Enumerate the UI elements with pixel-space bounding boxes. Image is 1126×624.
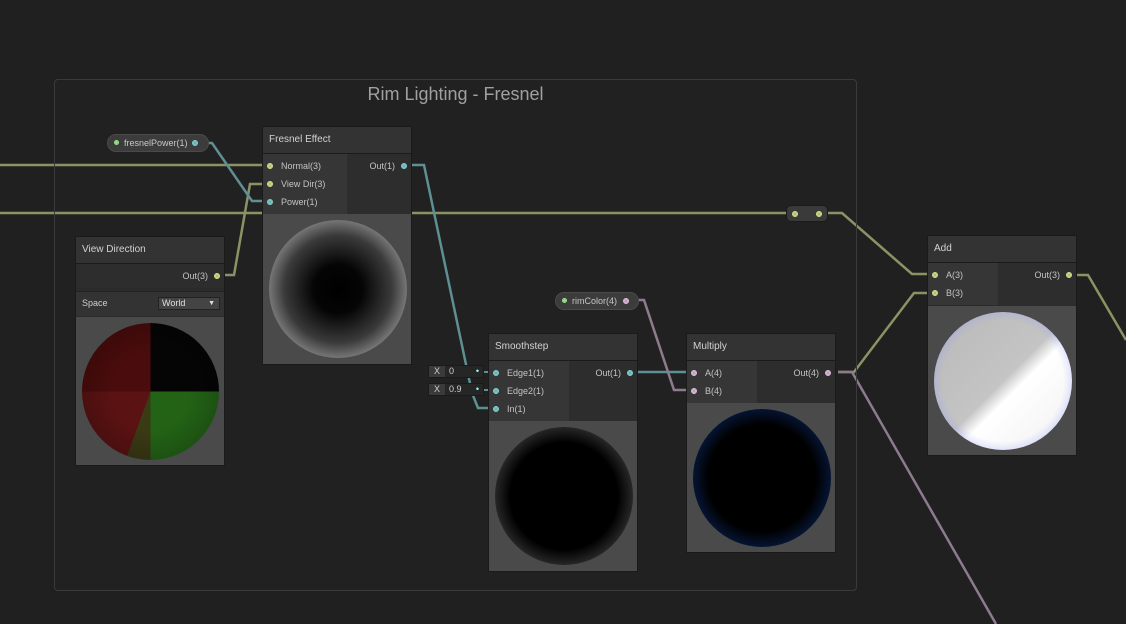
port-dot-icon	[493, 406, 499, 412]
wire-add-out	[1069, 273, 1126, 341]
add-a-port[interactable]: A(3)	[932, 267, 963, 283]
add-out-port[interactable]: Out(3)	[1034, 267, 1072, 283]
port-dot-icon: •	[475, 366, 479, 376]
port-label: Normal(3)	[281, 161, 322, 171]
fresnel-power-out-port[interactable]	[192, 140, 198, 146]
port-label: In(1)	[507, 404, 526, 414]
add-node[interactable]: Add A(3) B(3) Out(3)	[927, 235, 1077, 456]
reroute-out-port[interactable]	[816, 211, 822, 217]
port-dot-icon	[493, 388, 499, 394]
fresnel-effect-node[interactable]: Fresnel Effect Normal(3) View Dir(3) Pow…	[262, 126, 412, 365]
port-dot-icon	[267, 163, 273, 169]
add-preview-sphere	[934, 312, 1072, 450]
space-dropdown[interactable]: World ▼	[158, 297, 220, 310]
port-dot-icon: •	[475, 384, 479, 394]
add-b-port[interactable]: B(3)	[932, 285, 963, 301]
reroute-in-port[interactable]	[792, 211, 798, 217]
port-label: A(4)	[705, 368, 723, 378]
multiply-preview-sphere	[693, 409, 831, 547]
smoothstep-preview-sphere	[495, 427, 633, 565]
port-label: Out(3)	[1034, 270, 1060, 280]
fresnel-normal-port[interactable]: Normal(3)	[267, 158, 321, 174]
smoothstep-out-port[interactable]: Out(1)	[595, 365, 633, 381]
reroute-node[interactable]	[786, 205, 828, 222]
port-dot-icon	[493, 370, 499, 376]
port-dot-icon	[932, 272, 938, 278]
edge1-value[interactable]: 0	[449, 366, 454, 377]
port-dot-icon	[267, 199, 273, 205]
port-dot-icon	[1066, 272, 1072, 278]
add-title: Add	[928, 236, 1076, 263]
port-dot-icon	[691, 370, 697, 376]
space-label: Space	[82, 298, 108, 308]
port-label: Out(1)	[595, 368, 621, 378]
smoothstep-node[interactable]: Smoothstep Edge1(1) Edge2(1) In(1) Out(1…	[488, 333, 638, 572]
fresnel-power-port[interactable]: Power(1)	[267, 194, 318, 210]
multiply-node[interactable]: Multiply A(4) B(4) Out(4)	[686, 333, 836, 553]
port-dot-icon	[214, 273, 220, 279]
fresnel-power-property[interactable]: fresnelPower(1)	[107, 134, 209, 152]
edge2-field[interactable]: X 0.9 •	[428, 383, 484, 396]
multiply-b-port[interactable]: B(4)	[691, 383, 722, 399]
fresnel-power-label: fresnelPower(1)	[124, 138, 188, 148]
fresnel-preview-sphere	[269, 220, 407, 358]
port-label: Out(3)	[182, 271, 208, 281]
port-dot-icon	[932, 290, 938, 296]
fresnel-out-port[interactable]: Out(1)	[369, 158, 407, 174]
edge2-value[interactable]: 0.9	[449, 384, 462, 395]
rim-color-property[interactable]: rimColor(4)	[555, 292, 639, 310]
smoothstep-title: Smoothstep	[489, 334, 637, 361]
port-label: View Dir(3)	[281, 179, 326, 189]
property-dot-icon	[114, 140, 119, 145]
view-direction-preview	[76, 317, 224, 465]
multiply-title: Multiply	[687, 334, 835, 361]
smoothstep-edge2-port[interactable]: Edge2(1)	[493, 383, 544, 399]
view-direction-node[interactable]: View Direction Out(3) Space World ▼	[75, 236, 225, 466]
port-dot-icon	[691, 388, 697, 394]
fresnel-viewdir-port[interactable]: View Dir(3)	[267, 176, 325, 192]
property-dot-icon	[562, 298, 567, 303]
smoothstep-preview	[489, 421, 637, 571]
multiply-preview	[687, 403, 835, 552]
fresnel-node-title: Fresnel Effect	[263, 127, 411, 154]
view-direction-out-port[interactable]: Out(3)	[182, 268, 220, 284]
view-direction-preview-sphere	[82, 323, 219, 460]
multiply-out-port[interactable]: Out(4)	[793, 365, 831, 381]
dropdown-arrow-icon: ▼	[208, 300, 215, 307]
port-label: Out(4)	[793, 368, 819, 378]
port-dot-icon	[401, 163, 407, 169]
edge1-axis-label: X	[429, 366, 445, 377]
port-label: Edge2(1)	[507, 386, 545, 396]
add-preview	[928, 306, 1076, 455]
fresnel-preview	[263, 214, 411, 364]
edge1-field[interactable]: X 0 •	[428, 365, 484, 378]
rim-color-label: rimColor(4)	[572, 296, 617, 306]
port-label: B(4)	[705, 386, 723, 396]
group-title: Rim Lighting - Fresnel	[367, 84, 544, 104]
space-dropdown-value: World	[162, 298, 186, 308]
rim-color-out-port[interactable]	[623, 298, 629, 304]
edge2-axis-label: X	[429, 384, 445, 395]
port-label: B(3)	[946, 288, 964, 298]
port-label: Out(1)	[369, 161, 395, 171]
port-label: A(3)	[946, 270, 964, 280]
port-label: Power(1)	[281, 197, 318, 207]
port-dot-icon	[627, 370, 633, 376]
view-direction-title: View Direction	[76, 237, 224, 264]
port-label: Edge1(1)	[507, 368, 545, 378]
smoothstep-edge1-port[interactable]: Edge1(1)	[493, 365, 544, 381]
port-dot-icon	[825, 370, 831, 376]
smoothstep-in-port[interactable]: In(1)	[493, 401, 526, 417]
multiply-a-port[interactable]: A(4)	[691, 365, 722, 381]
port-dot-icon	[267, 181, 273, 187]
